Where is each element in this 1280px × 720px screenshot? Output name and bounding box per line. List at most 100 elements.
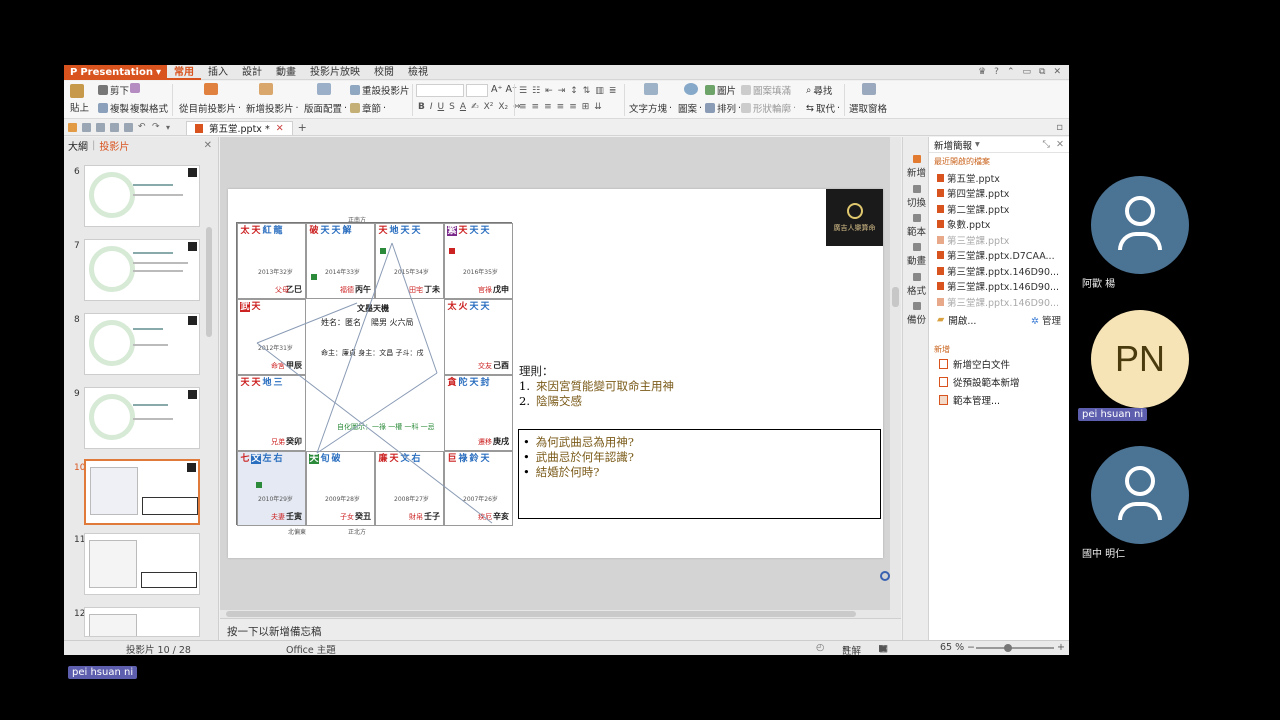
close-icon[interactable]: ✕: [1053, 67, 1061, 77]
template-manager-item[interactable]: 範本管理...: [929, 391, 1069, 409]
slide-10[interactable]: 廣吉人樂算命 正南方 正北方 北偏東 太天紅龍 2013年32岁 乙巳 父母 破…: [228, 189, 883, 558]
close-icon[interactable]: ✕: [276, 123, 284, 134]
recent-file-item[interactable]: 象數.pptx: [929, 217, 1069, 233]
slide-thumbnail-9[interactable]: [84, 387, 200, 449]
bullet-list-icon[interactable]: ☰: [519, 86, 527, 96]
pane-transition-button[interactable]: 切換: [903, 185, 930, 209]
close-icon[interactable]: ✕: [204, 140, 212, 151]
slide-thumbnail-12[interactable]: [84, 607, 200, 637]
vertical-align-icon[interactable]: ⊞: [582, 102, 590, 112]
pane-format-button[interactable]: 格式: [903, 273, 930, 297]
minimize-icon[interactable]: ▭: [1023, 67, 1032, 77]
ziwei-chart[interactable]: 太天紅龍 2013年32岁 乙巳 父母 破天天解 2014年33岁 丙午 福德: [236, 222, 513, 526]
slide-thumbnail-10[interactable]: [84, 459, 200, 525]
text-align-icon[interactable]: ≣: [609, 86, 617, 96]
clear-format-icon[interactable]: ✍: [471, 102, 479, 112]
tab-slides[interactable]: 投影片: [99, 138, 129, 153]
zoom-in-icon[interactable]: +: [1057, 642, 1065, 653]
restore-icon[interactable]: ▫: [1056, 122, 1063, 133]
participant-avatar[interactable]: PN: [1091, 310, 1189, 408]
export-icon[interactable]: [124, 123, 133, 132]
align-center-icon[interactable]: ≡: [532, 102, 540, 112]
from-current-button[interactable]: 從目前投影片 ·: [179, 101, 241, 116]
questions-textbox[interactable]: • 為何武曲忌為用神? • 武曲忌於何年認識? • 結婚於何時?: [518, 429, 881, 519]
columns-icon[interactable]: ▥: [595, 86, 604, 96]
zoom-out-icon[interactable]: −: [967, 642, 975, 653]
shape-fill-button[interactable]: 圖案填滿: [741, 83, 791, 97]
zoom-slider[interactable]: [976, 644, 1054, 652]
play-icon[interactable]: ▶: [879, 643, 886, 654]
recent-file-item[interactable]: 第二堂課.pptx: [929, 201, 1069, 217]
notes-pane[interactable]: 按一下以新增備忘稿: [220, 618, 901, 640]
tab-insert[interactable]: 插入: [201, 65, 235, 80]
layout-button[interactable]: 版面配置 ·: [304, 101, 347, 116]
reset-slide-button[interactable]: 重設投影片: [350, 83, 410, 97]
recent-file-item[interactable]: 第五堂.pptx: [929, 170, 1069, 186]
help-icon[interactable]: ?: [994, 67, 999, 77]
indent-icon[interactable]: ⇥: [558, 86, 566, 96]
undo-icon[interactable]: ↶: [138, 123, 147, 132]
align-left-icon[interactable]: ≡: [519, 102, 527, 112]
superscript-icon[interactable]: X²: [484, 102, 494, 112]
number-list-icon[interactable]: ☷: [532, 86, 540, 96]
restore-icon[interactable]: ⧉: [1039, 67, 1045, 77]
print-preview-icon[interactable]: [110, 123, 119, 132]
folder-icon[interactable]: [68, 123, 77, 132]
shapes-button[interactable]: 圖案 ·: [678, 101, 702, 116]
slide-thumbnail-8[interactable]: [84, 313, 200, 375]
open-file-link[interactable]: 開啟...: [948, 313, 976, 327]
minimize-ribbon-icon[interactable]: ⌃: [1007, 67, 1015, 77]
rules-text[interactable]: 理則： 1. 來因宮質能變可取命主用神 2. 陰陽交感: [519, 364, 674, 409]
pane-backup-button[interactable]: 備份: [903, 302, 930, 326]
scrollbar-thumb[interactable]: [226, 611, 856, 617]
close-icon[interactable]: ✕: [1056, 139, 1064, 150]
slide-thumbnail-6[interactable]: [84, 165, 200, 227]
font-family-select[interactable]: [416, 84, 464, 97]
find-button[interactable]: ⌕ 尋找: [806, 83, 832, 98]
format-painter-button[interactable]: 複製格式: [130, 101, 168, 115]
recent-file-item[interactable]: 第三堂課.pptx.D7CAA...: [929, 248, 1069, 264]
pane-new-button[interactable]: 新增: [903, 155, 930, 179]
new-tab-icon[interactable]: +: [298, 121, 307, 134]
justify-icon[interactable]: ≡: [557, 102, 565, 112]
chevron-down-icon[interactable]: ▾: [975, 139, 980, 150]
slide-thumbnail-7[interactable]: [84, 239, 200, 301]
font-size-select[interactable]: [466, 84, 488, 97]
copy-button[interactable]: 複製: [98, 101, 129, 115]
outdent-icon[interactable]: ⇤: [545, 86, 553, 96]
shape-outline-button[interactable]: 形狀輪廓 ·: [741, 101, 796, 115]
recent-file-item[interactable]: 第三堂課.pptx.146D90...: [929, 279, 1069, 295]
tab-design[interactable]: 設計: [235, 65, 269, 80]
recent-file-item[interactable]: 第三堂課.pptx.146D90...: [929, 294, 1069, 310]
bold-icon[interactable]: B: [418, 102, 425, 112]
new-from-template-item[interactable]: 從預設範本新增: [929, 373, 1069, 391]
paste-button[interactable]: 貼上: [70, 84, 89, 114]
thumbnail-scrollbar[interactable]: [206, 227, 212, 337]
select-pane-button[interactable]: 選取窗格: [849, 101, 887, 115]
task-pane-title[interactable]: 新增簡報: [934, 138, 972, 152]
tab-home[interactable]: 常用: [167, 65, 201, 80]
strikethrough-icon[interactable]: S: [449, 102, 455, 112]
slide-thumbnail-11[interactable]: [84, 533, 200, 595]
participant-avatar[interactable]: [1091, 446, 1189, 544]
redo-icon[interactable]: ↷: [152, 123, 161, 132]
italic-icon[interactable]: I: [430, 102, 433, 112]
cut-button[interactable]: 剪下: [98, 83, 129, 97]
align-right-icon[interactable]: ≡: [544, 102, 552, 112]
replace-button[interactable]: ⇆ 取代 ·: [806, 101, 840, 116]
font-color-icon[interactable]: A: [460, 102, 466, 112]
recent-file-item[interactable]: 第三堂課.pptx: [929, 232, 1069, 248]
chevron-down-icon[interactable]: ▾: [166, 123, 175, 132]
new-blank-doc-item[interactable]: 新增空白文件: [929, 355, 1069, 373]
arrange-button[interactable]: 排列 ·: [705, 101, 741, 115]
line-spacing-icon[interactable]: ↕: [570, 86, 578, 96]
zoom-slider-knob[interactable]: [1004, 644, 1012, 652]
picture-button[interactable]: 圖片: [705, 83, 736, 97]
pin-icon[interactable]: ⤡: [1042, 139, 1050, 150]
skin-icon[interactable]: ♛: [978, 67, 986, 77]
text-direction-icon[interactable]: ⇊: [594, 102, 602, 112]
tab-slideshow[interactable]: 投影片放映: [303, 65, 367, 80]
textbox-button[interactable]: 文字方塊 ·: [629, 101, 672, 116]
tab-animation[interactable]: 動畫: [269, 65, 303, 80]
sort-icon[interactable]: ⇅: [583, 86, 591, 96]
